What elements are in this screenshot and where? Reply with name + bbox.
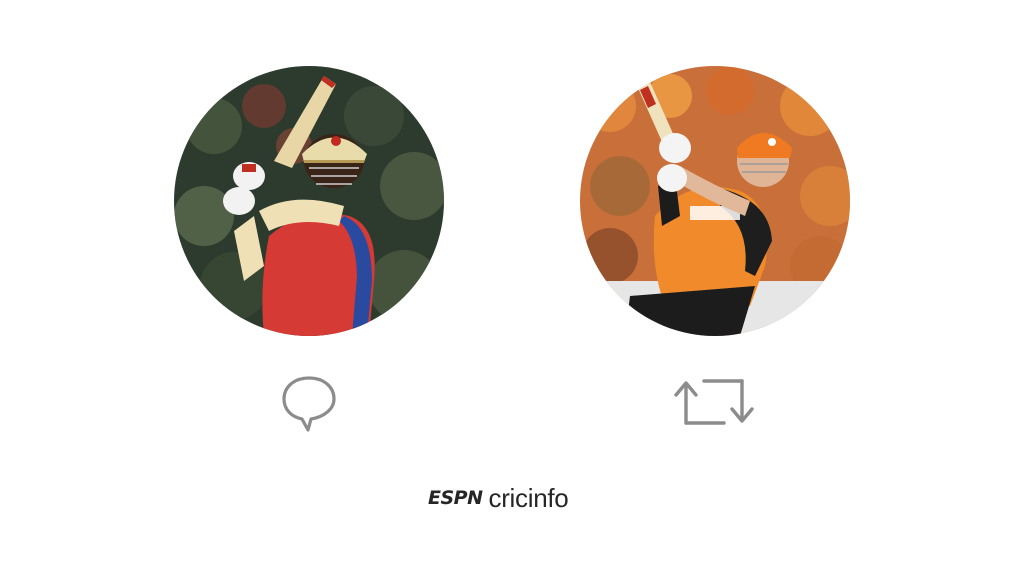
cricinfo-wordmark: cricinfo (488, 483, 569, 513)
batsman-orange-kit-photo (580, 66, 850, 336)
speech-bubble-icon (282, 376, 336, 432)
retweet-arrows-icon (674, 379, 754, 425)
player-avatar-left (174, 66, 444, 336)
player-avatar-right (580, 66, 850, 336)
reply-button[interactable] (276, 370, 342, 436)
retweet-button[interactable] (671, 372, 759, 432)
espncricinfo-logo: ESPN cricinfo (428, 482, 569, 514)
batsman-red-kit-photo (174, 66, 444, 336)
espn-wordmark: ESPN (428, 486, 483, 509)
